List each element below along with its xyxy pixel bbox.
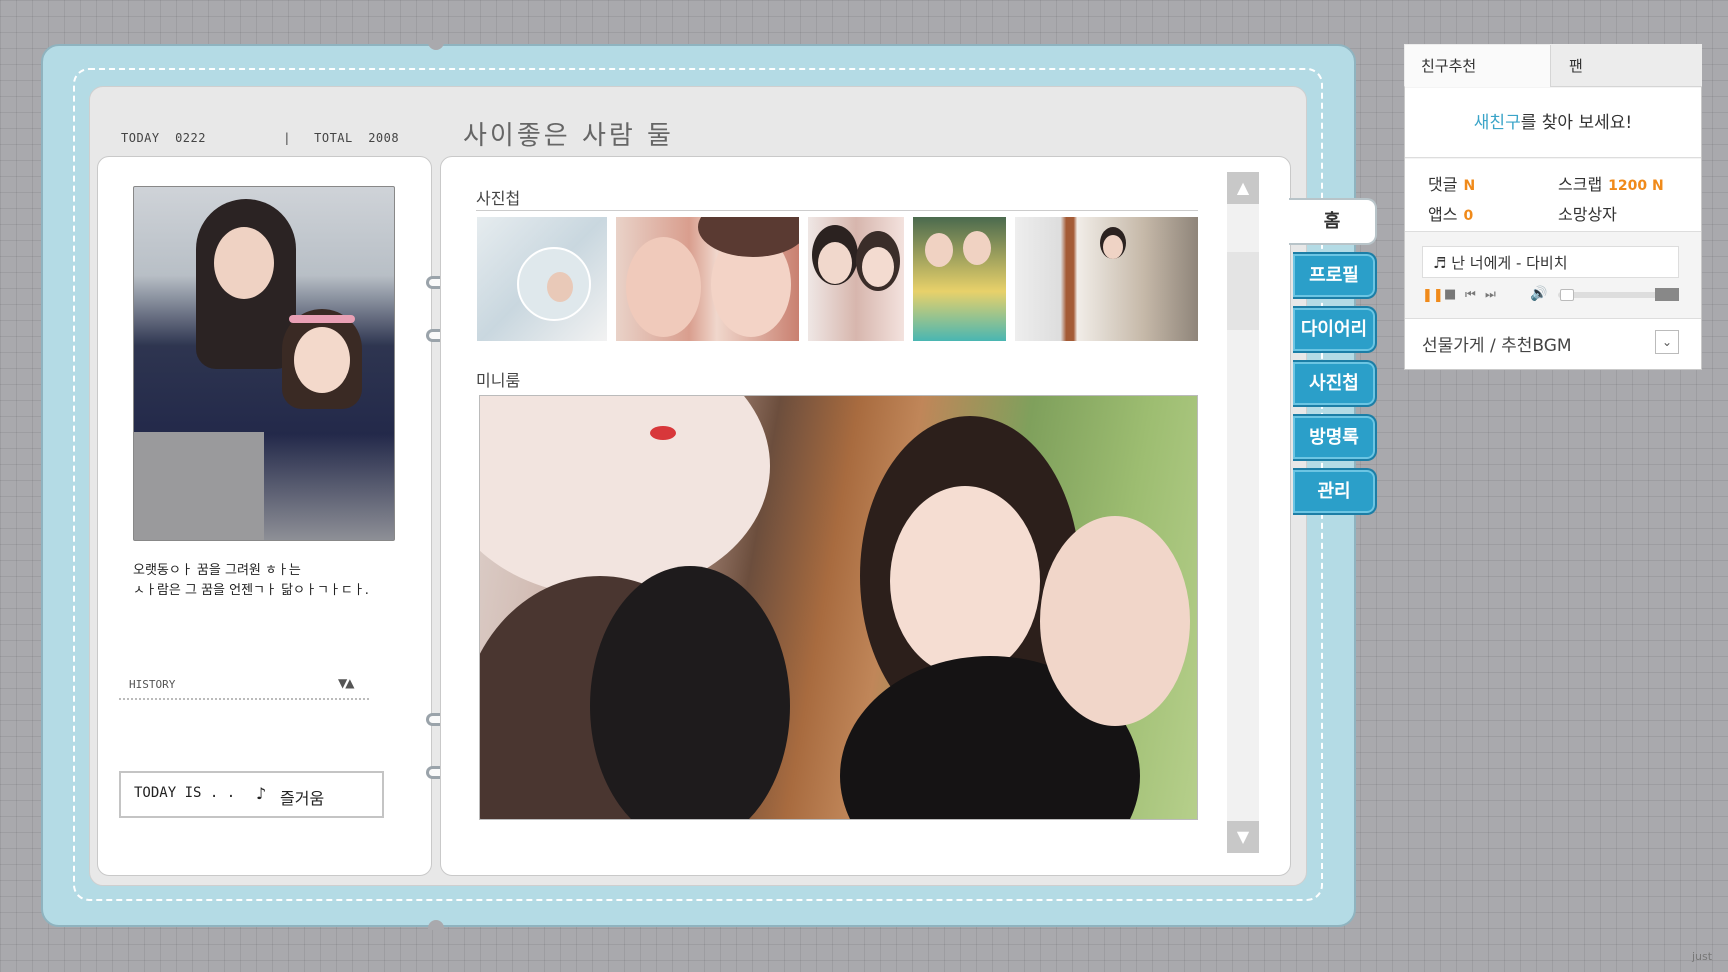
stat-comments-value: N	[1463, 178, 1476, 194]
stat-wishbox[interactable]: 소망상자	[1558, 201, 1617, 225]
photo-thumbnail[interactable]	[913, 217, 1006, 341]
tab-profile[interactable]: 프로필	[1293, 252, 1377, 299]
volume-icon[interactable]: 🔊	[1530, 286, 1547, 302]
pause-icon[interactable]: ❚❚	[1422, 288, 1444, 303]
scrollbar-thumb[interactable]	[1227, 252, 1259, 330]
book-notch-bottom	[428, 920, 444, 930]
photo-thumbnail[interactable]	[1015, 217, 1198, 341]
today-label: TODAY IS . .	[134, 785, 236, 801]
profile-photo[interactable]	[133, 186, 395, 541]
photo-thumbnail[interactable]	[616, 217, 799, 341]
photos-section-title: 사진첩	[476, 189, 521, 208]
photo-thumbnail[interactable]	[477, 217, 607, 341]
stat-scrap[interactable]: 스크랩 1200 N	[1558, 171, 1664, 195]
stat-comments-label: 댓글	[1428, 175, 1458, 194]
find-friends-accent: 새친구	[1473, 113, 1521, 133]
visit-counter: TODAY 0222 | TOTAL 2008	[121, 131, 400, 145]
music-note-icon: ♪	[256, 784, 267, 803]
page-title: 사이좋은 사람 둘	[463, 121, 674, 151]
tab-diary[interactable]: 다이어리	[1293, 306, 1377, 353]
scroll-up-icon[interactable]: ▲	[1227, 172, 1259, 204]
volume-slider-knob[interactable]	[1560, 289, 1574, 301]
next-track-icon[interactable]: ⏭	[1485, 287, 1496, 302]
tab-guestbook[interactable]: 방명록	[1293, 414, 1377, 461]
mood-text: 즐거움	[280, 789, 325, 808]
volume-slider[interactable]	[1558, 292, 1668, 298]
tab-friend-recommend[interactable]: 친구추천	[1405, 45, 1551, 87]
tab-manage[interactable]: 관리	[1293, 468, 1377, 515]
tab-fan[interactable]: 팬	[1552, 45, 1701, 86]
history-toggle-icon[interactable]: ▼▲	[338, 676, 355, 690]
chevron-down-icon[interactable]: ⌄	[1655, 330, 1679, 354]
watermark: just	[1692, 950, 1713, 963]
miniroom-image[interactable]	[479, 395, 1198, 820]
stat-comments[interactable]: 댓글 N	[1428, 171, 1475, 195]
gift-shop-label[interactable]: 선물가게 / 추천BGM	[1422, 331, 1572, 356]
stat-apps-value: 0	[1463, 208, 1474, 224]
profile-message: 오랫동ㅇㅏ 꿈을 그려원 ㅎㅏ는 ㅅㅏ람은 그 꿈을 언젠ㄱㅏ 닮ㅇㅏㄱㅏㄷㅏ.	[133, 563, 369, 598]
stat-apps[interactable]: 앱스 0	[1428, 201, 1473, 225]
tab-photos[interactable]: 사진첩	[1293, 360, 1377, 407]
scroll-down-icon[interactable]: ▼	[1227, 821, 1259, 853]
find-friends-text: 를 찾아 보세요!	[1520, 113, 1633, 133]
stat-apps-label: 앱스	[1428, 205, 1458, 224]
bgm-title: ♬ 난 너에게 - 다비치	[1433, 254, 1568, 272]
miniroom-section-title: 미니룸	[476, 371, 521, 390]
previous-track-icon[interactable]: ⏮	[1465, 287, 1476, 302]
stat-scrap-value: 1200 N	[1608, 178, 1664, 194]
stat-scrap-label: 스크랩	[1558, 175, 1603, 194]
volume-max-icon	[1655, 288, 1679, 301]
tab-home[interactable]: 홈	[1289, 198, 1377, 245]
stop-icon[interactable]: ■	[1444, 287, 1456, 302]
history-label: HISTORY	[129, 678, 176, 691]
photos-divider	[476, 210, 1198, 211]
history-divider	[119, 698, 369, 700]
find-friends-link[interactable]: 새친구를 찾아 보세요!	[1405, 88, 1701, 158]
photo-thumbnail[interactable]	[808, 217, 904, 341]
